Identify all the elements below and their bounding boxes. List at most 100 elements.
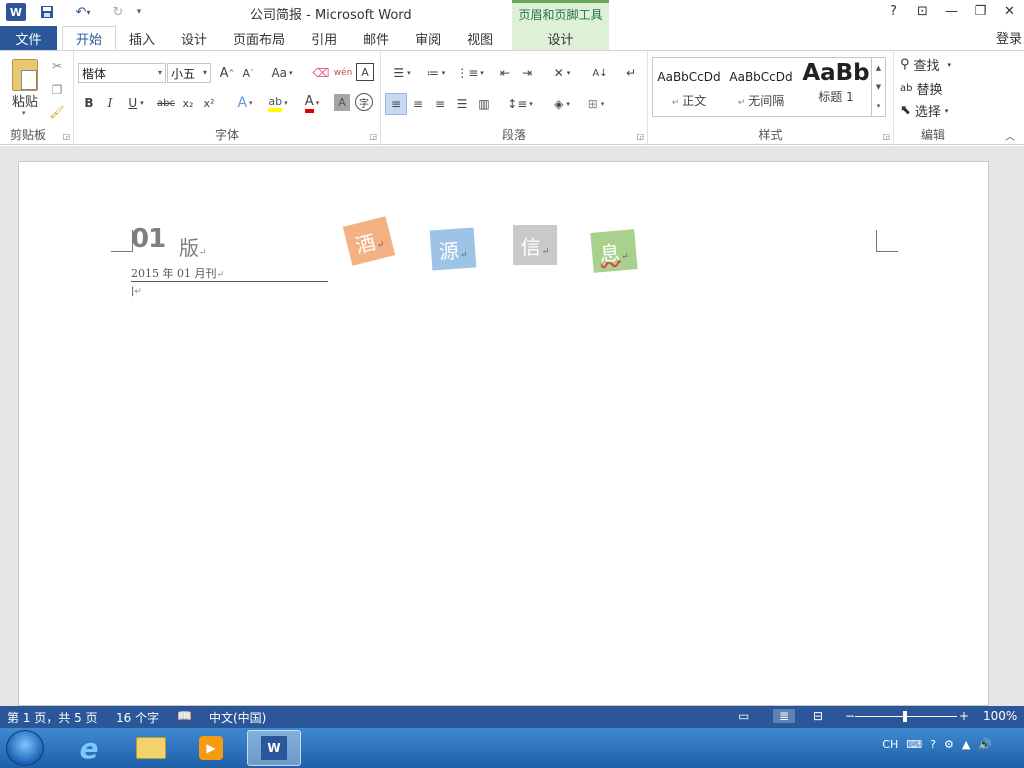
tab-view[interactable]: 视图 bbox=[454, 26, 506, 50]
replace-button[interactable]: ab 替换 bbox=[900, 79, 943, 98]
font-launcher-icon[interactable]: ◲ bbox=[369, 132, 377, 141]
proofing-icon[interactable]: 📖 bbox=[177, 709, 192, 723]
language-indicator[interactable]: 中文(中国) bbox=[209, 709, 266, 726]
bold-button[interactable]: B bbox=[80, 93, 98, 113]
subscript-button[interactable]: x₂ bbox=[179, 93, 197, 113]
undo-icon[interactable]: ↶ ▾ bbox=[70, 2, 96, 22]
show-hide-marks-icon[interactable]: ↵ bbox=[621, 63, 641, 83]
customize-qat-icon[interactable]: ▾ bbox=[132, 2, 146, 22]
help-button[interactable]: ? bbox=[879, 0, 908, 22]
font-color-icon[interactable]: A ▾ bbox=[298, 93, 326, 113]
distributed-icon[interactable]: ▥ bbox=[474, 93, 494, 115]
document-page[interactable]: 01 版↵ 2015 年 01 月刊↵ |↵ 酒 ↵ 源 ↵ 信 ↵ 息 ↵ bbox=[18, 161, 989, 706]
title-tile-jiu[interactable]: 酒 ↵ bbox=[342, 216, 396, 266]
underline-button[interactable]: U ▾ bbox=[122, 93, 150, 113]
read-mode-icon[interactable]: ▭ bbox=[738, 709, 749, 723]
paste-button[interactable]: 粘贴 ▾ bbox=[0, 51, 44, 121]
sign-in-link[interactable]: 登录 bbox=[996, 28, 1022, 47]
tab-mailings[interactable]: 邮件 bbox=[350, 26, 402, 50]
title-tile-xi[interactable]: 息 ↵ bbox=[590, 229, 638, 273]
styles-scroll[interactable]: ▲ ▼ ▾ bbox=[871, 58, 885, 116]
format-painter-icon[interactable]: 🖌 bbox=[48, 103, 66, 121]
tab-review[interactable]: 审阅 bbox=[402, 26, 454, 50]
title-tile-xin[interactable]: 信 ↵ bbox=[513, 225, 557, 265]
tab-page-layout[interactable]: 页面布局 bbox=[220, 26, 298, 50]
collapse-ribbon-icon[interactable]: ︿ bbox=[1002, 127, 1018, 143]
character-border-button[interactable]: A bbox=[356, 63, 374, 81]
font-name-combo[interactable]: 楷体 ▾ bbox=[78, 63, 166, 83]
show-hidden-icons-icon[interactable]: ▲ bbox=[962, 738, 970, 751]
shrink-font-icon[interactable]: Aˇ bbox=[239, 63, 257, 83]
more-styles-icon[interactable]: ▾ bbox=[877, 102, 881, 110]
change-case-button[interactable]: Aa ▾ bbox=[267, 63, 297, 83]
bullets-icon[interactable]: ☰ ▾ bbox=[387, 63, 417, 83]
increase-indent-icon[interactable]: ⇥ bbox=[517, 63, 537, 83]
zoom-in-icon[interactable]: + bbox=[959, 709, 969, 723]
tab-file[interactable]: 文件 bbox=[0, 26, 57, 50]
restore-button[interactable]: ❐ bbox=[966, 0, 995, 22]
page-count[interactable]: 第 1 页，共 5 页 bbox=[7, 709, 98, 726]
tab-home[interactable]: 开始 bbox=[62, 26, 117, 50]
paragraph-launcher-icon[interactable]: ◲ bbox=[636, 132, 644, 141]
justify-icon[interactable]: ☰ bbox=[452, 93, 472, 115]
keyboard-icon[interactable]: ⌨ bbox=[906, 738, 922, 751]
find-button[interactable]: ⚲ 查找 ▾ bbox=[900, 55, 951, 74]
numbering-icon[interactable]: ≔ ▾ bbox=[421, 63, 451, 83]
phonetic-guide-button[interactable]: wén bbox=[333, 63, 353, 83]
decrease-indent-icon[interactable]: ⇤ bbox=[495, 63, 515, 83]
title-tile-yuan[interactable]: 源 ↵ bbox=[429, 227, 477, 271]
cut-icon[interactable]: ✂ bbox=[48, 57, 66, 75]
zoom-level[interactable]: 100% bbox=[983, 709, 1017, 723]
minimize-button[interactable]: — bbox=[937, 0, 966, 22]
italic-button[interactable]: I bbox=[101, 93, 119, 113]
borders-icon[interactable]: ⊞ ▾ bbox=[581, 93, 611, 115]
taskbar-ie-icon[interactable]: e bbox=[62, 730, 116, 766]
scroll-up-icon[interactable]: ▲ bbox=[876, 64, 881, 72]
highlight-color-icon[interactable]: ab ▾ bbox=[264, 93, 292, 113]
text-effects-icon[interactable]: A ▾ bbox=[232, 93, 258, 113]
taskbar-explorer-icon[interactable] bbox=[124, 730, 178, 766]
settings-tray-icon[interactable]: ⚙ bbox=[944, 738, 954, 751]
redo-icon[interactable]: ↻ bbox=[108, 2, 128, 22]
enclose-characters-button[interactable]: 字 bbox=[355, 93, 373, 111]
volume-icon[interactable]: 🔊 bbox=[978, 738, 992, 751]
close-button[interactable]: ✕ bbox=[995, 0, 1024, 22]
tab-insert[interactable]: 插入 bbox=[116, 26, 168, 50]
ribbon-display-options-button[interactable]: ⊡ bbox=[908, 0, 937, 22]
help-tray-icon[interactable]: ? bbox=[930, 738, 936, 751]
style-normal[interactable]: AaBbCcDd ↵ 正文 bbox=[653, 58, 725, 116]
clear-formatting-icon[interactable]: ⌫ bbox=[312, 63, 330, 83]
strikethrough-button[interactable]: abc bbox=[154, 93, 178, 113]
taskbar-word-icon[interactable]: W bbox=[247, 730, 301, 766]
word-app-icon[interactable]: W bbox=[6, 2, 26, 22]
style-heading-1[interactable]: AaBb 标题 1 bbox=[799, 58, 873, 116]
start-button[interactable] bbox=[6, 730, 44, 766]
copy-icon[interactable]: ❐ bbox=[48, 81, 66, 99]
tab-design[interactable]: 设计 bbox=[168, 26, 220, 50]
select-button[interactable]: ⬉ 选择 ▾ bbox=[900, 101, 948, 120]
font-size-combo[interactable]: 小五 ▾ bbox=[167, 63, 211, 83]
line-spacing-icon[interactable]: ↕≡ ▾ bbox=[505, 93, 535, 115]
scroll-down-icon[interactable]: ▼ bbox=[876, 83, 881, 91]
zoom-slider-thumb[interactable] bbox=[903, 711, 907, 722]
chinese-layout-icon[interactable]: ✕ ▾ bbox=[547, 63, 577, 83]
styles-launcher-icon[interactable]: ◲ bbox=[882, 132, 890, 141]
print-layout-icon[interactable]: ≣ bbox=[773, 709, 795, 723]
tab-header-footer-design[interactable]: 设计 bbox=[512, 26, 609, 50]
save-icon[interactable] bbox=[36, 2, 58, 22]
character-shading-button[interactable]: A bbox=[334, 94, 350, 111]
shading-icon[interactable]: ◈ ▾ bbox=[547, 93, 577, 115]
sort-icon[interactable]: A↓ bbox=[589, 63, 611, 83]
style-no-spacing[interactable]: AaBbCcDd ↵ 无间隔 bbox=[725, 58, 797, 116]
align-right-icon[interactable]: ≡ bbox=[430, 93, 450, 115]
grow-font-icon[interactable]: A ^ bbox=[218, 63, 236, 83]
align-center-icon[interactable]: ≡ bbox=[408, 93, 428, 115]
superscript-button[interactable]: x² bbox=[200, 93, 218, 113]
align-left-icon[interactable]: ≡ bbox=[385, 93, 407, 115]
zoom-out-icon[interactable]: − bbox=[845, 709, 855, 723]
input-language[interactable]: CH bbox=[882, 738, 898, 751]
web-layout-icon[interactable]: ⊟ bbox=[813, 709, 823, 723]
clipboard-launcher-icon[interactable]: ◲ bbox=[62, 132, 70, 141]
tab-references[interactable]: 引用 bbox=[298, 26, 350, 50]
multilevel-list-icon[interactable]: ⋮≡ ▾ bbox=[455, 63, 485, 83]
